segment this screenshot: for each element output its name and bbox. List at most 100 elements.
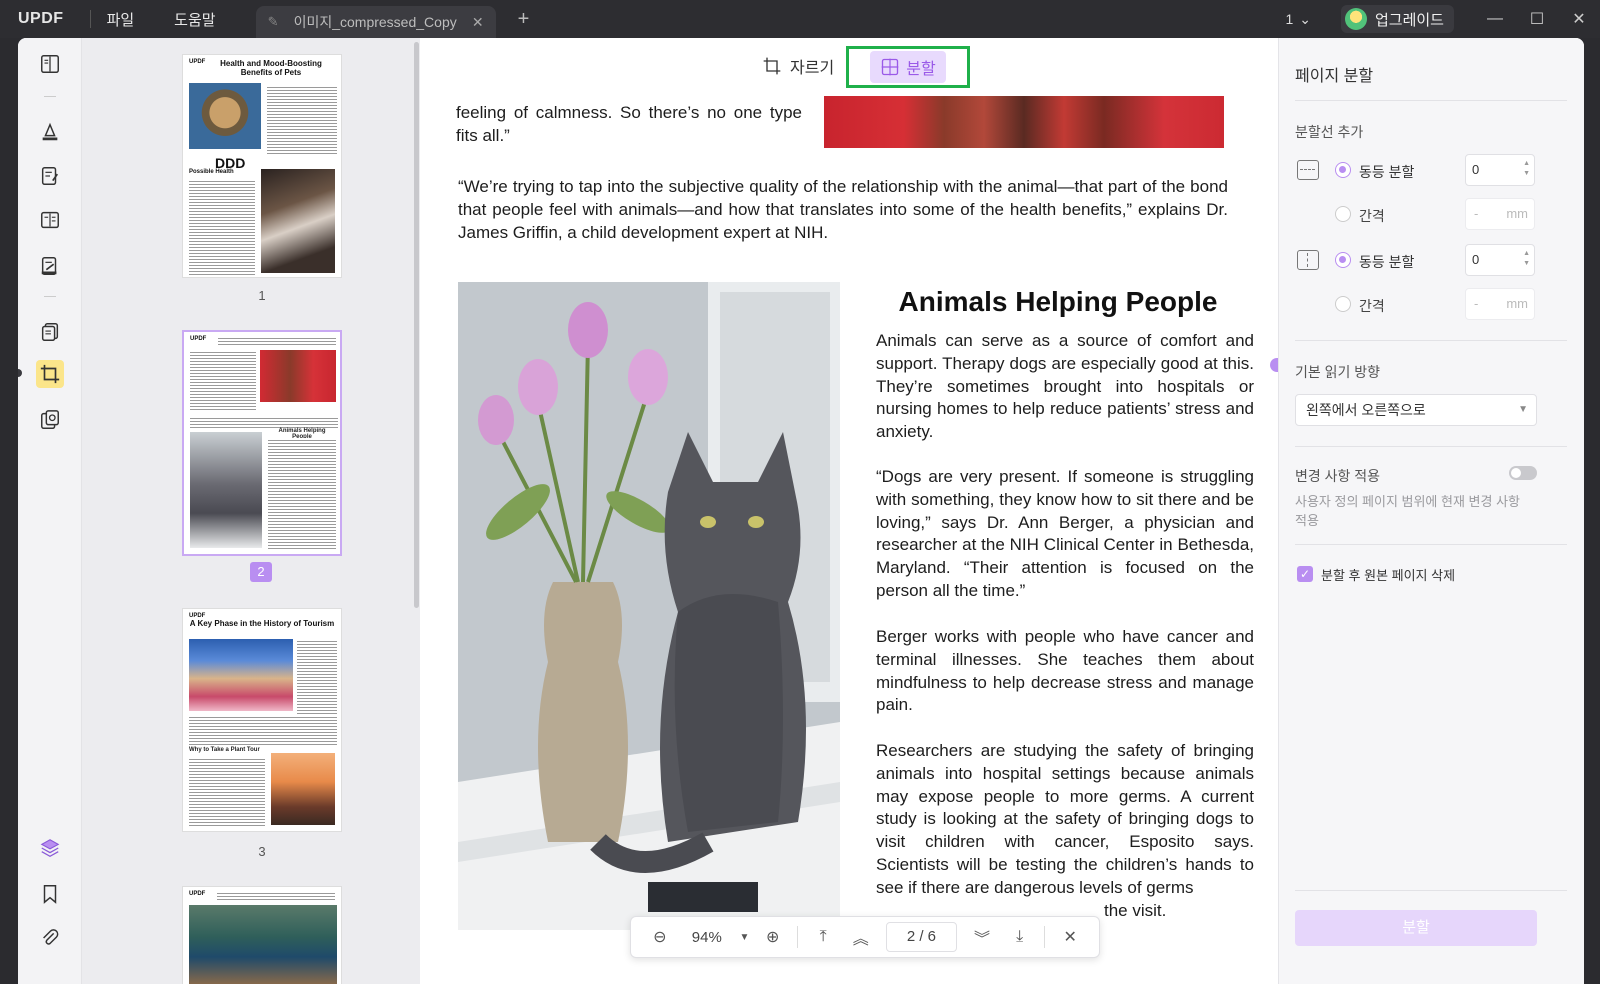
thumbnail-badge: UPDF	[190, 336, 207, 342]
upgrade-button[interactable]: 업그레이드	[1340, 5, 1454, 33]
thumbnail-scrollbar[interactable]	[414, 42, 419, 608]
chevron-down-icon: ▼	[1518, 404, 1528, 415]
crop-button[interactable]: 자르기	[762, 54, 834, 78]
menu-help[interactable]: 도움말	[174, 9, 215, 30]
pdf-page[interactable]: feeling of calmness. So there’s no one t…	[438, 96, 1268, 984]
page-thumbnail-4[interactable]: UPDF	[182, 886, 342, 984]
horizontal-equal-radio[interactable]	[1335, 162, 1351, 178]
section-heading: Animals Helping People	[898, 286, 1218, 317]
vertical-interval-input[interactable]: - mm	[1465, 288, 1535, 320]
apply-changes-toggle[interactable]	[1509, 466, 1537, 480]
split-mode-inner: 분할	[870, 51, 946, 83]
split-icon	[881, 58, 899, 76]
delete-original-checkbox[interactable]: ✓	[1297, 566, 1313, 582]
app-logo[interactable]: UPDF	[18, 10, 64, 28]
window-count: 1	[1285, 11, 1294, 27]
thumbnail-badge: UPDF	[189, 59, 206, 65]
window-count-dropdown[interactable]: 1 ⌄	[1285, 11, 1311, 28]
delete-original-label: 분할 후 원본 페이지 삭제	[1321, 568, 1456, 583]
quote-paragraph: “We’re trying to tap into the subjective…	[458, 177, 1228, 242]
thumbnail-number: 3	[258, 844, 266, 859]
page-thumbnail-3[interactable]: UPDF A Key Phase in the History of Touri…	[182, 608, 342, 832]
vertical-equal-input[interactable]: 0 ▲ ▼	[1465, 244, 1535, 276]
layers-icon[interactable]	[38, 836, 62, 860]
thumbnail-number-selected: 2	[250, 562, 272, 582]
thumbnail-text	[267, 85, 337, 155]
zoom-level[interactable]: 94%	[679, 929, 735, 946]
panel-divider	[1295, 100, 1567, 101]
panel-divider	[1295, 890, 1567, 891]
horizontal-interval-input[interactable]: - mm	[1465, 198, 1535, 230]
thumbnail-text	[190, 350, 256, 412]
reader-icon[interactable]	[38, 52, 62, 76]
title-bar: UPDF 파일 도움말 ✎ 이미지_compressed_Copy ✕ + 1 …	[0, 0, 1600, 38]
zoom-in-button[interactable]: ⊕	[754, 927, 792, 947]
organize-pages-icon[interactable]	[38, 320, 62, 344]
edit-pdf-icon[interactable]	[38, 164, 62, 188]
interval-placeholder: -	[1474, 206, 1479, 221]
add-tab-button[interactable]: +	[518, 8, 530, 31]
tools-icon[interactable]	[38, 408, 62, 432]
split-settings-panel: 페이지 분할 분할선 추가 동등 분할 0 ▲ ▼ 간격 - mm 동등 분할 0…	[1278, 38, 1584, 984]
thumbnail-red-image	[260, 350, 336, 402]
thumbnail-badge: UPDF	[189, 891, 206, 897]
thumbnail-eiffel-image	[271, 753, 335, 825]
upgrade-label: 업그레이드	[1374, 11, 1444, 29]
vertical-equal-radio[interactable]	[1335, 252, 1351, 268]
horizontal-equal-input[interactable]: 0 ▲ ▼	[1465, 154, 1535, 186]
vertical-equal-value: 0	[1472, 252, 1480, 267]
page-thumbnail-2[interactable]: UPDF Animals Helping People	[182, 330, 342, 556]
thumbnail-panel: UPDF Health and Mood-Boosting Benefits o…	[82, 38, 420, 984]
panel-collapse-handle[interactable]	[1270, 358, 1278, 372]
horizontal-interval-radio[interactable]	[1335, 206, 1351, 222]
apply-changes-label: 변경 사항 적용	[1295, 468, 1381, 484]
attachment-icon[interactable]	[38, 926, 62, 950]
thumbnail-badge: UPDF	[189, 613, 206, 619]
crop-split-icon[interactable]	[36, 360, 64, 388]
apply-changes-description: 사용자 정의 페이지 범위에 현재 변경 사항 적용	[1295, 494, 1520, 528]
paragraph-1: Animals can serve as a source of comfort…	[876, 331, 1254, 442]
panel-title: 페이지 분할	[1295, 68, 1374, 85]
previous-page-button[interactable]: ︽	[842, 925, 880, 949]
close-tab-icon[interactable]: ✕	[472, 14, 484, 31]
menu-file[interactable]: 파일	[107, 9, 135, 30]
maximize-button[interactable]: ☐	[1516, 9, 1558, 29]
close-window-button[interactable]: ✕	[1558, 9, 1600, 29]
document-tab-label: 이미지_compressed_Copy	[293, 14, 457, 30]
page-number-field[interactable]: 2 / 6	[885, 922, 958, 952]
form-icon[interactable]	[38, 208, 62, 232]
sign-icon[interactable]	[38, 254, 62, 278]
stepper-arrows-icon[interactable]: ▲ ▼	[1523, 159, 1530, 179]
zoom-bar-separator	[1044, 926, 1046, 948]
minimize-button[interactable]: —	[1474, 10, 1516, 28]
reading-direction-select[interactable]: 왼쪽에서 오른쪽으로 ▼	[1295, 394, 1537, 426]
zoom-out-button[interactable]: ⊖	[641, 927, 679, 947]
thumbnail-text	[189, 715, 337, 745]
vertical-interval-radio[interactable]	[1335, 296, 1351, 312]
title-separator	[89, 10, 91, 28]
next-page-button[interactable]: ︾	[963, 925, 1001, 949]
first-page-button[interactable]: ⤒	[804, 928, 842, 946]
reading-direction-value: 왼쪽에서 오른쪽으로	[1306, 402, 1426, 418]
close-zoom-bar-button[interactable]: ✕	[1051, 927, 1089, 947]
paragraph-2: “Dogs are very present. If someone is st…	[876, 467, 1254, 600]
horizontal-equal-label: 동등 분할	[1359, 164, 1415, 180]
split-action-button[interactable]: 분할	[1295, 910, 1537, 946]
bookmark-icon[interactable]	[38, 882, 62, 906]
thumbnail-text	[218, 336, 336, 346]
paragraph-4-tail: the visit.	[1104, 901, 1167, 920]
add-split-label: 분할선 추가	[1295, 124, 1364, 140]
split-mode-button[interactable]: 분할	[846, 46, 970, 88]
last-page-button[interactable]: ⤓	[1001, 928, 1039, 946]
crop-icon	[763, 57, 781, 75]
highlighter-icon[interactable]	[38, 120, 62, 144]
thumbnail-text	[268, 438, 336, 550]
zoom-dropdown-icon[interactable]: ▼	[735, 932, 754, 943]
stepper-arrows-icon[interactable]: ▲ ▼	[1523, 249, 1530, 269]
cat-illustration	[458, 282, 840, 930]
thumbnail-city-image	[189, 639, 293, 711]
document-tab[interactable]: ✎ 이미지_compressed_Copy ✕	[255, 6, 496, 38]
page-thumbnail-1[interactable]: UPDF Health and Mood-Boosting Benefits o…	[182, 54, 342, 278]
unit-label: mm	[1506, 206, 1528, 221]
cat-photo	[458, 282, 840, 930]
